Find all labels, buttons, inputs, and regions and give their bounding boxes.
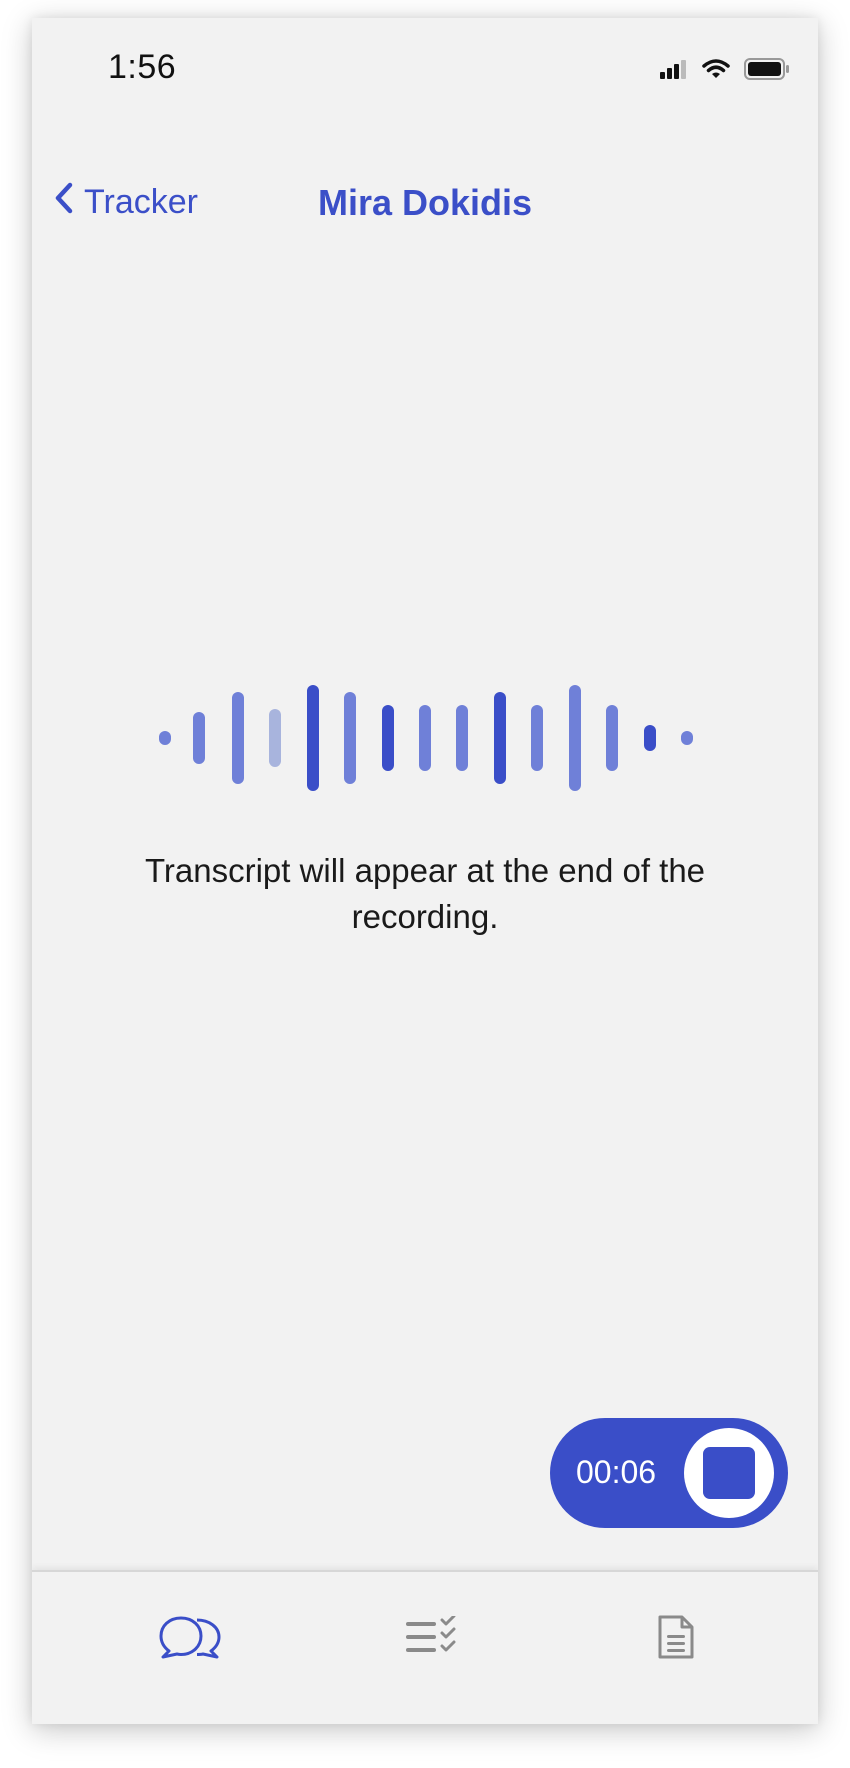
status-icons bbox=[660, 58, 790, 85]
page-title: Mira Dokidis bbox=[317, 182, 533, 223]
document-icon bbox=[656, 1613, 696, 1666]
status-time: 1:56 bbox=[108, 48, 177, 86]
waveform-bar bbox=[681, 731, 693, 745]
stop-button[interactable] bbox=[684, 1428, 774, 1518]
tab-document[interactable] bbox=[636, 1604, 716, 1674]
waveform-bar bbox=[344, 692, 356, 784]
waveform-bar bbox=[456, 705, 468, 771]
waveform-bar bbox=[159, 731, 171, 745]
tab-checklist[interactable] bbox=[392, 1604, 472, 1674]
elapsed-time: 00:06 bbox=[576, 1454, 657, 1490]
battery-icon bbox=[744, 58, 790, 85]
waveform-bar bbox=[193, 712, 205, 764]
waveform-bar bbox=[606, 705, 618, 771]
waveform-bar bbox=[382, 705, 394, 771]
waveform-bar bbox=[644, 725, 656, 751]
wifi-icon bbox=[702, 58, 730, 85]
waveform-bar bbox=[531, 705, 543, 771]
tab-conversation[interactable] bbox=[150, 1604, 230, 1674]
waveform-bar bbox=[569, 685, 581, 791]
waveform-bar bbox=[494, 692, 506, 784]
signal-icon bbox=[660, 59, 688, 84]
waveform-bar bbox=[419, 705, 431, 771]
waveform-bar bbox=[307, 685, 319, 791]
stop-icon bbox=[703, 1447, 755, 1499]
transcript-note: Transcript will appear at the end of the… bbox=[144, 852, 706, 935]
audio-waveform bbox=[159, 685, 693, 791]
checklist-icon bbox=[404, 1614, 460, 1663]
conversation-icon bbox=[157, 1614, 223, 1665]
waveform-bar bbox=[269, 709, 281, 767]
phone-screen: 1:56 Tracker Mira Dokidis Transcript wil… bbox=[32, 18, 818, 1724]
waveform-bar bbox=[232, 692, 244, 784]
recording-control[interactable]: 00:06 bbox=[550, 1418, 788, 1528]
tab-bar bbox=[32, 1570, 818, 1724]
